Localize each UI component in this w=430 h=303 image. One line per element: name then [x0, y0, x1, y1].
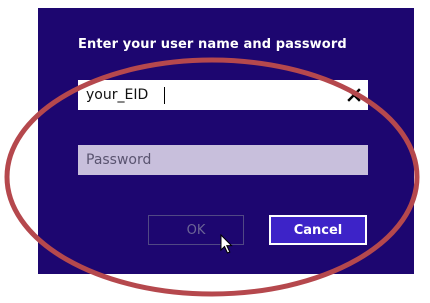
text-caret — [164, 87, 165, 104]
dialog-title: Enter your user name and password — [78, 37, 347, 52]
clear-icon[interactable] — [344, 84, 364, 106]
username-field[interactable] — [78, 80, 368, 110]
password-field[interactable] — [78, 145, 368, 175]
mouse-pointer-icon — [220, 234, 233, 254]
close-icon — [347, 88, 361, 102]
cancel-button[interactable]: Cancel — [269, 215, 367, 245]
